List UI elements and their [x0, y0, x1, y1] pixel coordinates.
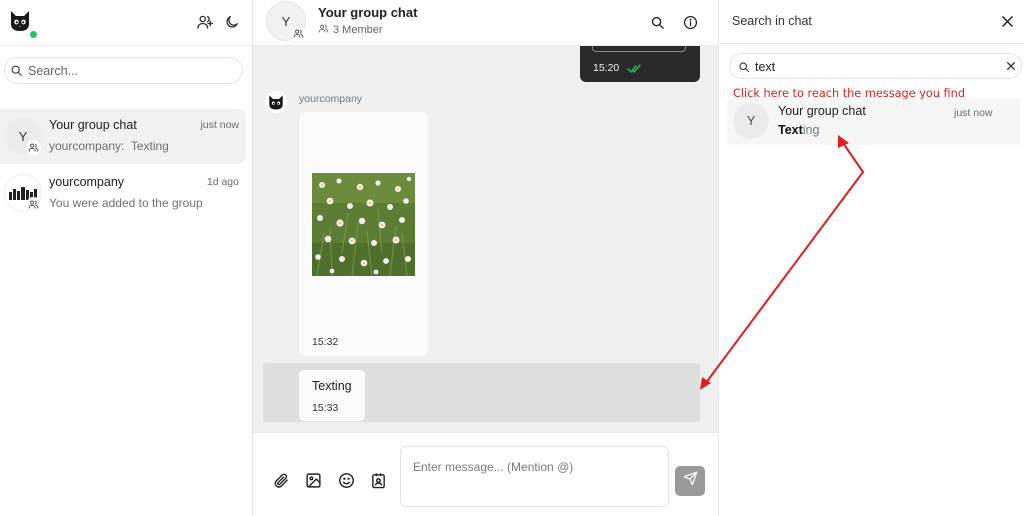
conversation-preview: yourcompany: Texting	[49, 139, 169, 153]
search-panel-title: Search in chat	[732, 14, 812, 28]
message-time: 15:20	[593, 62, 620, 74]
chat-header: Y Your group chat 3 Member	[253, 0, 718, 46]
search-icon	[10, 64, 23, 82]
conversation-name: Your group chat	[49, 118, 137, 132]
search-icon	[738, 60, 750, 78]
paperclip-icon[interactable]	[272, 471, 290, 489]
send-icon	[683, 471, 698, 491]
smile-icon[interactable]	[337, 471, 355, 489]
read-check-icon	[627, 61, 643, 79]
group-icon	[26, 140, 41, 155]
result-rest-text: ing	[802, 123, 820, 137]
conversation-preview: You were added to the group	[49, 196, 203, 210]
conversation-name: yourcompany	[49, 175, 125, 189]
sender-name: yourcompany	[299, 93, 363, 105]
result-snippet: Texting	[778, 123, 819, 137]
result-time: just now	[954, 107, 993, 119]
quoted-content-edge	[592, 46, 686, 52]
result-match-text: Text	[778, 123, 803, 137]
conversation-item-yourcompany[interactable]: yourcompany 1d ago You were added to the…	[0, 166, 246, 221]
online-status-dot	[29, 30, 38, 39]
sender-avatar[interactable]	[265, 91, 287, 113]
daisy-photo[interactable]	[312, 173, 415, 276]
message-time: 15:33	[312, 402, 339, 414]
chat-search-input[interactable]	[755, 57, 995, 76]
chat-panel: Y Your group chat 3 Member 15:20 yourcom…	[253, 0, 718, 516]
moon-icon[interactable]	[221, 11, 243, 33]
sidebar-header	[0, 0, 252, 46]
member-count[interactable]: 3 Member	[318, 23, 383, 37]
members-icon	[318, 23, 329, 37]
chat-title: Your group chat	[318, 5, 418, 20]
message-input[interactable]	[413, 460, 658, 500]
search-in-chat-panel: Search in chat Click here to reach the m…	[718, 0, 1024, 516]
image-message[interactable]: 15:32	[299, 112, 428, 356]
outgoing-message[interactable]: 15:20	[580, 46, 700, 82]
group-icon	[26, 197, 41, 212]
conversation-time: 1d ago	[206, 176, 239, 188]
member-count-label: 3 Member	[333, 24, 383, 36]
sidebar: Y Your group chat just now yourcompany: …	[0, 0, 253, 516]
result-chat-name: Your group chat	[778, 104, 866, 118]
conversation-search[interactable]	[4, 57, 243, 84]
info-icon[interactable]	[679, 11, 701, 33]
clear-search-icon[interactable]	[1005, 60, 1017, 72]
conversation-time: just now	[200, 119, 239, 131]
message-time: 15:32	[312, 336, 339, 348]
message-composer	[253, 432, 718, 516]
text-message[interactable]: Texting 15:33	[299, 370, 365, 421]
add-user-icon[interactable]	[194, 11, 216, 33]
chat-search-box[interactable]	[729, 53, 1022, 79]
message-text: Texting	[312, 379, 352, 393]
search-panel-header: Search in chat	[719, 0, 1024, 44]
image-icon[interactable]	[304, 471, 322, 489]
chat-app: Y Your group chat just now yourcompany: …	[0, 0, 1024, 516]
contact-card-icon[interactable]	[369, 471, 387, 489]
group-icon	[291, 26, 306, 41]
search-in-chat-icon[interactable]	[646, 11, 668, 33]
cat-avatar-icon[interactable]	[8, 9, 32, 33]
conversation-search-input[interactable]	[28, 61, 233, 81]
send-button[interactable]	[675, 466, 705, 496]
conversation-item-group-chat[interactable]: Y Your group chat just now yourcompany: …	[0, 109, 246, 164]
search-result-item[interactable]: Y Your group chat just now Texting	[727, 99, 1020, 145]
avatar: Y	[733, 103, 769, 139]
close-icon[interactable]	[999, 13, 1015, 29]
message-input-box[interactable]	[400, 446, 669, 507]
